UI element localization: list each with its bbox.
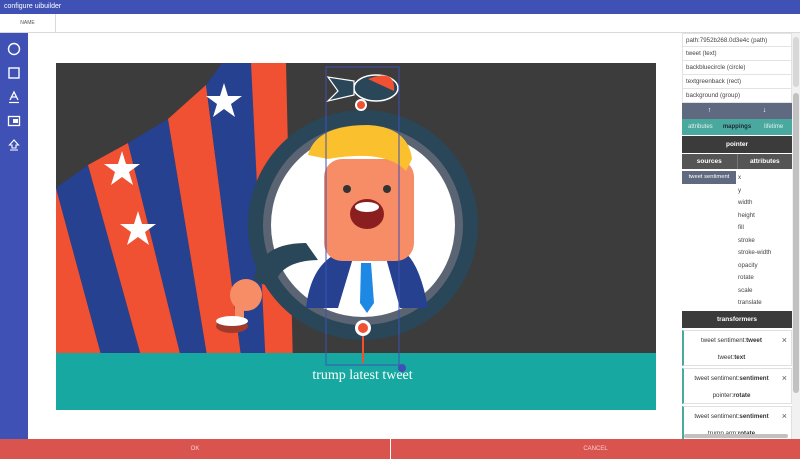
mapping-body: tweet sentiment x y width height fill st… (682, 169, 792, 311)
image-tool[interactable] (6, 113, 22, 129)
attribute-item[interactable]: y (738, 185, 792, 198)
layer-item[interactable]: path:7952b268.0d3e4c (path) (682, 33, 792, 47)
close-icon[interactable]: × (782, 373, 787, 383)
attribute-item[interactable]: opacity (738, 260, 792, 273)
layer-list: path:7952b268.0d3e4c (path) tweet (text)… (682, 33, 792, 103)
panel-scrollbar[interactable] (792, 33, 800, 439)
close-icon[interactable]: × (782, 335, 787, 345)
name-bar: NAME (0, 14, 800, 33)
ok-button[interactable]: OK (0, 439, 391, 459)
layer-item[interactable]: backbluecircle (circle) (682, 61, 792, 75)
attribute-item[interactable]: stroke (738, 235, 792, 248)
cancel-button[interactable]: CANCEL (391, 439, 800, 459)
tab-lifetime[interactable]: lifetime (755, 119, 792, 135)
rect-tool[interactable] (6, 65, 22, 81)
layer-item[interactable]: textgreenback (rect) (682, 75, 792, 89)
transformer-source: tweet sentiment:sentiment (694, 413, 769, 420)
tweet-text[interactable]: trump latest tweet (56, 368, 656, 384)
attribute-item[interactable]: translate (738, 297, 792, 310)
character (306, 125, 428, 313)
sources-header: sources (696, 158, 722, 165)
text-tool[interactable] (6, 89, 22, 105)
tab-mappings[interactable]: mappings (719, 119, 756, 135)
scrollbar-thumb[interactable] (793, 93, 799, 393)
move-up-button[interactable]: ↑ (682, 103, 737, 119)
left-toolbar (0, 33, 28, 439)
illustration (56, 63, 656, 410)
attribute-list: x y width height fill stroke stroke-widt… (738, 172, 792, 310)
attribute-item[interactable]: rotate (738, 272, 792, 285)
source-item[interactable]: tweet sentiment (682, 171, 736, 184)
canvas-area: trump latest tweet (28, 33, 682, 439)
transformer-card[interactable]: tweet sentiment:sentiment pointer:rotate… (682, 368, 792, 404)
circle-tool[interactable] (6, 41, 22, 57)
upload-icon (8, 139, 20, 151)
move-down-button[interactable]: ↓ (737, 103, 792, 119)
square-icon (8, 67, 20, 79)
right-panel: path:7952b268.0d3e4c (path) tweet (text)… (682, 33, 792, 442)
artboard[interactable]: trump latest tweet (56, 63, 656, 410)
attribute-item[interactable]: stroke-width (738, 247, 792, 260)
transformer-target: pointer:rotate (712, 392, 751, 399)
attribute-item[interactable]: scale (738, 285, 792, 298)
transformer-target: tweet:text (717, 354, 746, 361)
attribute-item[interactable]: height (738, 210, 792, 223)
mapping-header: sources attributes (682, 154, 792, 169)
panel-horizontal-scrollbar[interactable] (684, 434, 788, 438)
transformer-card[interactable]: tweet sentiment:tweet tweet:text × (682, 330, 792, 366)
tab-attributes[interactable]: attributes (682, 119, 719, 135)
layer-item[interactable]: background (group) (682, 89, 792, 103)
circle-icon (7, 42, 21, 56)
close-icon[interactable]: × (782, 411, 787, 421)
transformers-header: transformers (682, 311, 792, 328)
attributes-header: attributes (736, 154, 793, 169)
text-icon (9, 90, 19, 104)
mode-tabs: attributes mappings lifetime (682, 119, 792, 135)
transformer-source: tweet sentiment:tweet (701, 337, 762, 344)
bottom-bar: OK CANCEL (0, 439, 800, 459)
window-title: configure uibuilder (0, 0, 800, 14)
attribute-item[interactable]: width (738, 197, 792, 210)
scrollbar-thumb-top[interactable] (793, 37, 799, 87)
attribute-item[interactable]: fill (738, 222, 792, 235)
layer-move-bar: ↑ ↓ (682, 103, 792, 119)
layer-item[interactable]: tweet (text) (682, 47, 792, 61)
image-icon (7, 115, 21, 127)
upload-tool[interactable] (6, 137, 22, 153)
attribute-item[interactable]: x (738, 172, 792, 185)
pointer-header: pointer (682, 136, 792, 153)
transformer-source: tweet sentiment:sentiment (694, 375, 769, 382)
name-tab[interactable]: NAME (0, 14, 56, 32)
